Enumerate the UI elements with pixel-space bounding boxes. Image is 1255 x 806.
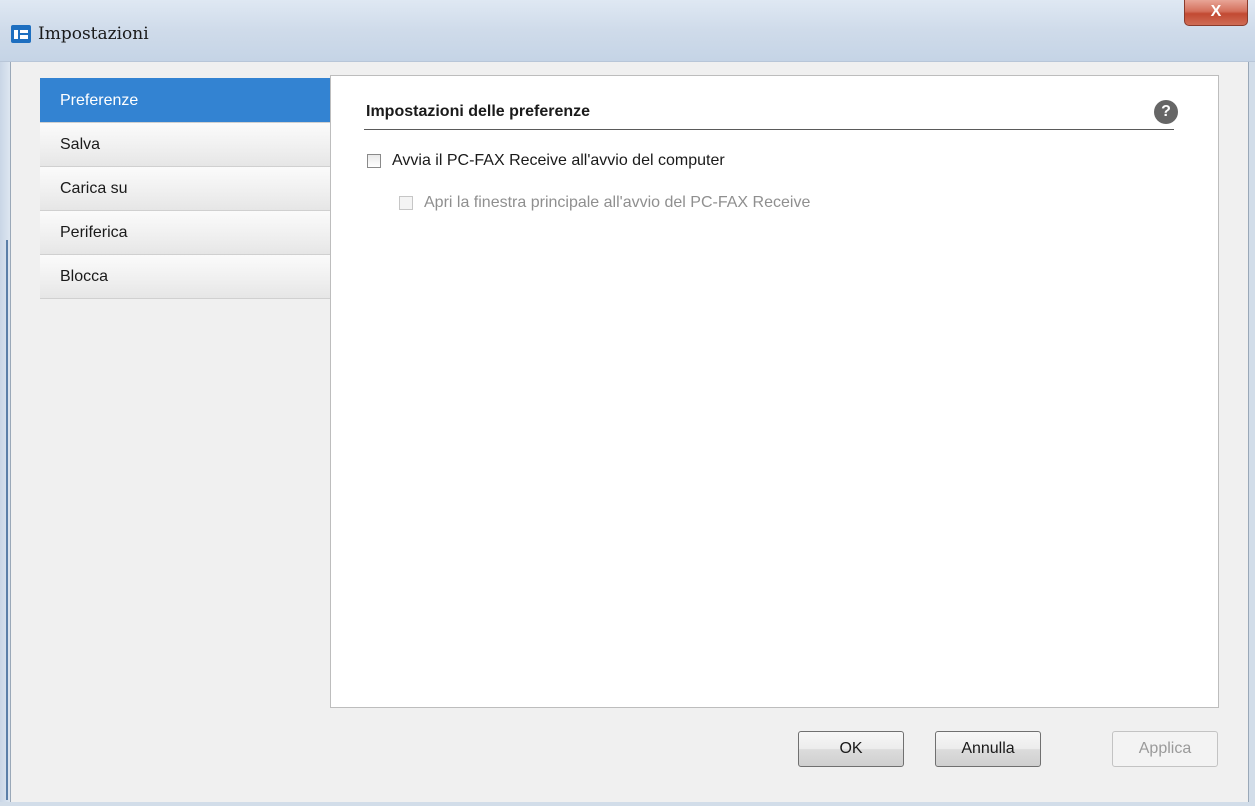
option-open-main-window: Apri la finestra principale all'avvio de… [399,194,810,212]
title-bar[interactable]: Impostazioni X [0,0,1255,62]
option-start-on-boot[interactable]: Avvia il PC-FAX Receive all'avvio del co… [367,152,725,170]
window-title: Impostazioni [38,24,149,44]
sidebar-item-salva[interactable]: Salva [40,123,330,167]
sidebar-item-periferica[interactable]: Periferica [40,211,330,255]
sidebar-item-carica-su[interactable]: Carica su [40,167,330,211]
settings-sidebar: Preferenze Salva Carica su Periferica Bl… [40,78,330,299]
start-on-boot-label: Avvia il PC-FAX Receive all'avvio del co… [392,152,725,169]
fax-settings-icon [11,25,31,43]
close-button[interactable]: X [1184,0,1248,26]
window-frame-right [1249,62,1255,806]
window-frame-bottom [0,802,1255,806]
help-icon[interactable]: ? [1154,100,1178,124]
cancel-button[interactable]: Annulla [935,731,1041,767]
ok-button[interactable]: OK [798,731,904,767]
start-on-boot-checkbox[interactable] [367,154,381,168]
sidebar-item-preferenze[interactable]: Preferenze [40,78,330,123]
settings-window: Impostazioni X Preferenze Salva Carica s… [0,0,1255,806]
section-divider [364,129,1174,130]
open-main-window-checkbox [399,196,413,210]
sidebar-item-blocca[interactable]: Blocca [40,255,330,299]
section-title: Impostazioni delle preferenze [366,103,591,120]
window-frame-left [0,62,10,806]
apply-button: Applica [1112,731,1218,767]
open-main-window-label: Apri la finestra principale all'avvio de… [424,194,811,211]
window-frame-accent [6,240,8,800]
preferences-panel: Impostazioni delle preferenze ? Avvia il… [330,75,1219,708]
